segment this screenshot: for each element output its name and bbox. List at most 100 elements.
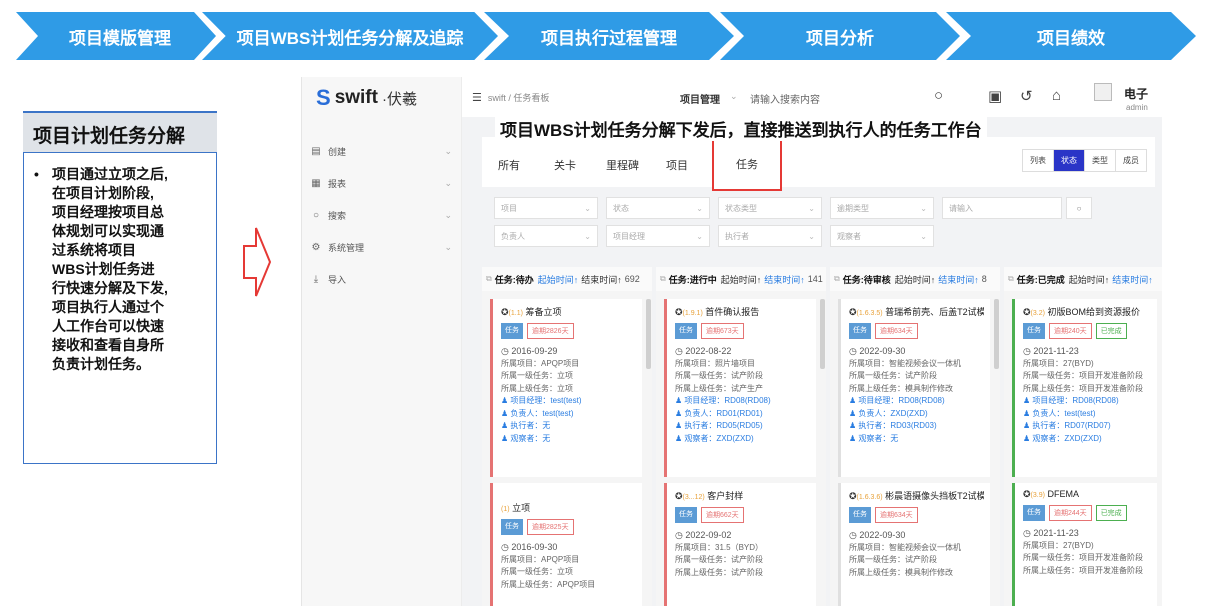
avatar[interactable]: [1094, 83, 1112, 101]
filter-observer[interactable]: 观察者 ⌄: [830, 225, 934, 247]
tag-overdue: 逾期2826天: [527, 323, 574, 339]
user-name[interactable]: 电子: [1124, 85, 1148, 102]
sort-end-button[interactable]: 结束时间↑: [581, 273, 622, 286]
tab-milestone[interactable]: 里程碑: [606, 157, 639, 173]
expand-icon[interactable]: ⧉: [486, 274, 492, 284]
search-input[interactable]: 请输入搜索内容: [750, 91, 820, 106]
scrollbar[interactable]: [994, 299, 999, 369]
column-header: ⧉ 任务:已完成 起始时间↑ 结束时间↑: [1004, 267, 1162, 291]
filter-status[interactable]: 状态 ⌄: [606, 197, 710, 219]
tab-all[interactable]: 所有: [498, 157, 520, 173]
process-step-execution: 项目执行过程管理: [484, 12, 734, 60]
task-card[interactable]: (1) 立项 任务 逾期2825天 ◷ 2016-09-30 所属项目：APQP项…: [490, 483, 642, 606]
info-bullet: 项目通过立项之后, 在项目计划阶段, 项目经理按项目总 体规划可以实现通 过系统…: [34, 165, 208, 374]
filter-pm[interactable]: 项目经理 ⌄: [606, 225, 710, 247]
sort-start-button[interactable]: 起始时间↑: [895, 273, 936, 286]
card-date: ◷ 2021-11-23: [1023, 346, 1079, 356]
calendar-icon[interactable]: ▣: [988, 87, 1002, 105]
kanban-column-review: ⧉ 任务:待审核 起始时间↑ 结束时间↑ 8 ✪(1.6.3.5) 普瑞希前壳、…: [830, 267, 1000, 606]
expand-icon[interactable]: ⧉: [1008, 274, 1014, 284]
tag-task: 任务: [501, 519, 523, 535]
view-member[interactable]: 成员: [1116, 150, 1146, 171]
tab-bar: 所有 关卡 里程碑 项目 任务 列表 状态 类型 成员: [482, 137, 1155, 191]
tab-project[interactable]: 项目: [666, 157, 688, 173]
info-title: 项目计划任务分解: [23, 111, 217, 155]
filter-overdue-type[interactable]: 逾期类型 ⌄: [830, 197, 934, 219]
task-card[interactable]: ✪(3.9) DFEMA 任务 逾期244天 已完成 ◷ 2021-11-23 所属…: [1012, 483, 1157, 606]
sort-end-button[interactable]: 结束时间↑: [938, 273, 979, 286]
tag-task: 任务: [1023, 323, 1045, 339]
tag-done: 已完成: [1095, 505, 1127, 521]
column-header: ⧉ 任务:待办 起始时间↑ 结束时间↑ 692: [482, 267, 652, 291]
sort-end-button[interactable]: 结束时间↑: [764, 273, 805, 286]
process-step-template: 项目模版管理: [16, 12, 216, 60]
task-card[interactable]: ✪(1.1) 筹备立项 任务 逾期2826天 ◷ 2016-09-29 所属项目：…: [490, 299, 642, 477]
gear-icon: ✪: [849, 491, 857, 501]
report-icon: ▦: [311, 177, 321, 189]
filter-status-type[interactable]: 状态类型 ⌄: [718, 197, 822, 219]
chevron-down-icon: ⌄: [808, 203, 815, 213]
chevron-down-icon: ⌄: [920, 203, 927, 213]
tag-done: 已完成: [1095, 323, 1127, 339]
sort-start-button[interactable]: 起始时间↑: [721, 273, 762, 286]
filter-keyword-input[interactable]: 请输入: [942, 197, 1062, 219]
chevron-down-icon: ⌄: [444, 145, 452, 156]
banner-caption: 项目WBS计划任务分解下发后，直接推送到执行人的任务工作台: [495, 115, 987, 141]
gear-icon: ✪: [675, 307, 683, 317]
search-icon[interactable]: ○: [934, 87, 943, 104]
top-menu-project[interactable]: 项目管理: [680, 91, 720, 106]
chevron-down-icon: ⌄: [696, 231, 703, 241]
process-step-analysis: 项目分析: [720, 12, 960, 60]
history-icon[interactable]: ↺: [1020, 87, 1033, 105]
tag-overdue: 逾期2825天: [527, 519, 574, 535]
kanban-board: ⧉ 任务:待办 起始时间↑ 结束时间↑ 692 ✪(1.1) 筹备立项 任务 逾期…: [482, 267, 1162, 606]
breadcrumb: swift / 任务看板: [487, 92, 550, 103]
card-date: ◷ 2022-09-02: [675, 530, 732, 540]
sidebar-item-create[interactable]: ▤ 创建 ⌄: [302, 135, 462, 167]
sidebar-item-search[interactable]: ○ 搜索 ⌄: [302, 199, 462, 231]
card-date: ◷ 2021-11-23: [1023, 528, 1079, 538]
task-card[interactable]: ✪(1.6.3.6) 彬晨语摄像头挡板T2试模 任务 逾期634天 ◷ 2022-…: [838, 483, 990, 606]
scrollbar[interactable]: [646, 299, 651, 369]
chevron-down-icon: ⌄: [730, 91, 738, 101]
view-list[interactable]: 列表: [1023, 150, 1054, 171]
app-window: S swift ·伏羲 ▤ 创建 ⌄ ▦ 报表 ⌄ ○ 搜索 ⌄ ⚙ 系统管理: [301, 77, 1162, 606]
sidebar-item-system[interactable]: ⚙ 系统管理 ⌄: [302, 231, 462, 263]
filter-owner[interactable]: 负责人 ⌄: [494, 225, 598, 247]
search-button[interactable]: ○: [1066, 197, 1092, 219]
sidebar-item-report[interactable]: ▦ 报表 ⌄: [302, 167, 462, 199]
chevron-down-icon: ⌄: [584, 203, 591, 213]
task-card[interactable]: ✪(3.2) 初版BOM给到资源报价 任务 逾期240天 已完成 ◷ 2021-11…: [1012, 299, 1157, 477]
menu-fold-icon[interactable]: ☰: [472, 91, 482, 104]
task-card[interactable]: ✪(1.9.1) 首件确认报告 任务 逾期673天 ◷ 2022-08-22 所属…: [664, 299, 816, 477]
chevron-down-icon: ⌄: [444, 241, 452, 252]
filter-executor[interactable]: 执行者 ⌄: [718, 225, 822, 247]
expand-icon[interactable]: ⧉: [834, 274, 840, 284]
chevron-down-icon: ⌄: [808, 231, 815, 241]
task-card[interactable]: ✪(1.6.3.5) 普瑞希前壳、后盖T2试模 任务 逾期634天 ◷ 2022-…: [838, 299, 990, 477]
sort-start-button[interactable]: 起始时间↑: [1069, 273, 1110, 286]
kanban-column-done: ⧉ 任务:已完成 起始时间↑ 结束时间↑ ✪(3.2) 初版BOM给到资源报价 …: [1004, 267, 1162, 606]
sort-end-button[interactable]: 结束时间↑: [1112, 273, 1153, 286]
sidebar-item-import[interactable]: ⤓ 导入: [302, 263, 462, 295]
filter-project[interactable]: 项目 ⌄: [494, 197, 598, 219]
chevron-down-icon: ⌄: [444, 177, 452, 188]
tab-gate[interactable]: 关卡: [554, 157, 576, 173]
gear-icon: ✪: [1023, 307, 1031, 317]
tag-overdue: 逾期662天: [701, 507, 744, 523]
view-toggle: 列表 状态 类型 成员: [1022, 149, 1147, 172]
task-card[interactable]: ✪(3...12) 客户封样 任务 逾期662天 ◷ 2022-09-02 所属项…: [664, 483, 816, 606]
view-type[interactable]: 类型: [1085, 150, 1116, 171]
scrollbar[interactable]: [820, 299, 825, 369]
tag-task: 任务: [1023, 505, 1045, 521]
card-date: ◷ 2022-08-22: [675, 346, 732, 356]
sort-start-button[interactable]: 起始时间↑: [538, 273, 579, 286]
expand-icon[interactable]: ⧉: [660, 274, 666, 284]
tab-task[interactable]: 任务: [712, 139, 782, 191]
tag-task: 任务: [849, 507, 871, 523]
column-count: 692: [624, 274, 640, 284]
gear-icon: ✪: [501, 307, 509, 317]
tag-overdue: 逾期634天: [875, 507, 918, 523]
view-status[interactable]: 状态: [1054, 150, 1085, 171]
bell-icon[interactable]: ⌂: [1052, 87, 1061, 104]
